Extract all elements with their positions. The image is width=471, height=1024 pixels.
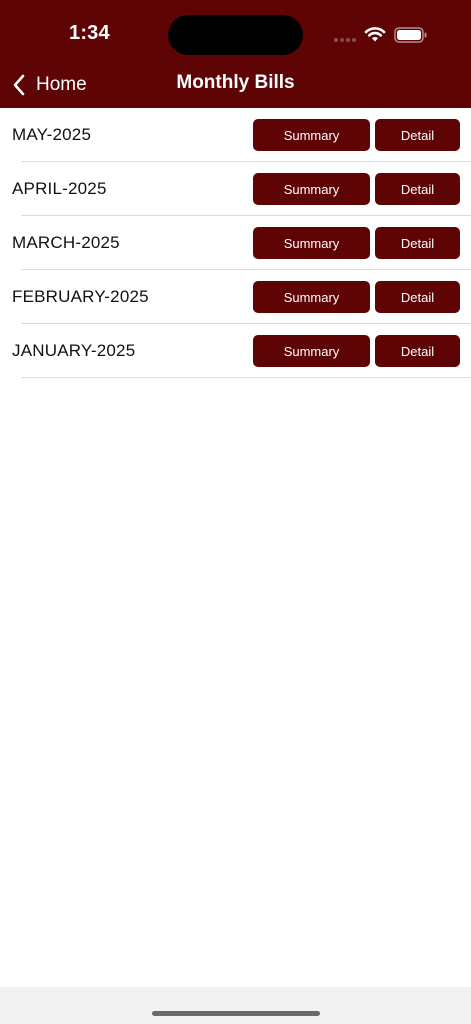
list-item: MARCH-2025 Summary Detail — [0, 216, 471, 270]
month-label: FEBRUARY-2025 — [12, 287, 149, 306]
detail-button[interactable]: Detail — [375, 227, 460, 259]
dynamic-island — [168, 15, 303, 55]
summary-button[interactable]: Summary — [253, 173, 370, 205]
list-item: FEBRUARY-2025 Summary Detail — [0, 270, 471, 324]
summary-button[interactable]: Summary — [253, 335, 370, 367]
header: 1:34 Home Monthly Bills — [0, 0, 471, 108]
list-item: MAY-2025 Summary Detail — [0, 108, 471, 162]
list-item: APRIL-2025 Summary Detail — [0, 162, 471, 216]
bills-list: MAY-2025 Summary Detail APRIL-2025 Summa… — [0, 108, 471, 378]
detail-button[interactable]: Detail — [375, 335, 460, 367]
signal-icon — [334, 38, 358, 44]
home-indicator[interactable] — [152, 1011, 320, 1016]
detail-button[interactable]: Detail — [375, 173, 460, 205]
summary-button[interactable]: Summary — [253, 119, 370, 151]
detail-button[interactable]: Detail — [375, 119, 460, 151]
row-separator — [21, 377, 471, 378]
wifi-icon — [364, 27, 386, 42]
summary-button[interactable]: Summary — [253, 281, 370, 313]
month-label: APRIL-2025 — [12, 179, 107, 198]
bottom-bar — [0, 987, 471, 1024]
battery-icon — [394, 27, 427, 43]
month-label: MARCH-2025 — [12, 233, 120, 252]
monthly-bills-screen: 1:34 Home Monthly Bills MAY-2025 Summary — [0, 0, 471, 1024]
page-title: Monthly Bills — [176, 72, 295, 93]
detail-button[interactable]: Detail — [375, 281, 460, 313]
month-label: MAY-2025 — [12, 125, 92, 144]
summary-button[interactable]: Summary — [253, 227, 370, 259]
month-label: JANUARY-2025 — [12, 341, 136, 360]
status-time: 1:34 — [69, 22, 110, 44]
list-item: JANUARY-2025 Summary Detail — [0, 324, 471, 378]
